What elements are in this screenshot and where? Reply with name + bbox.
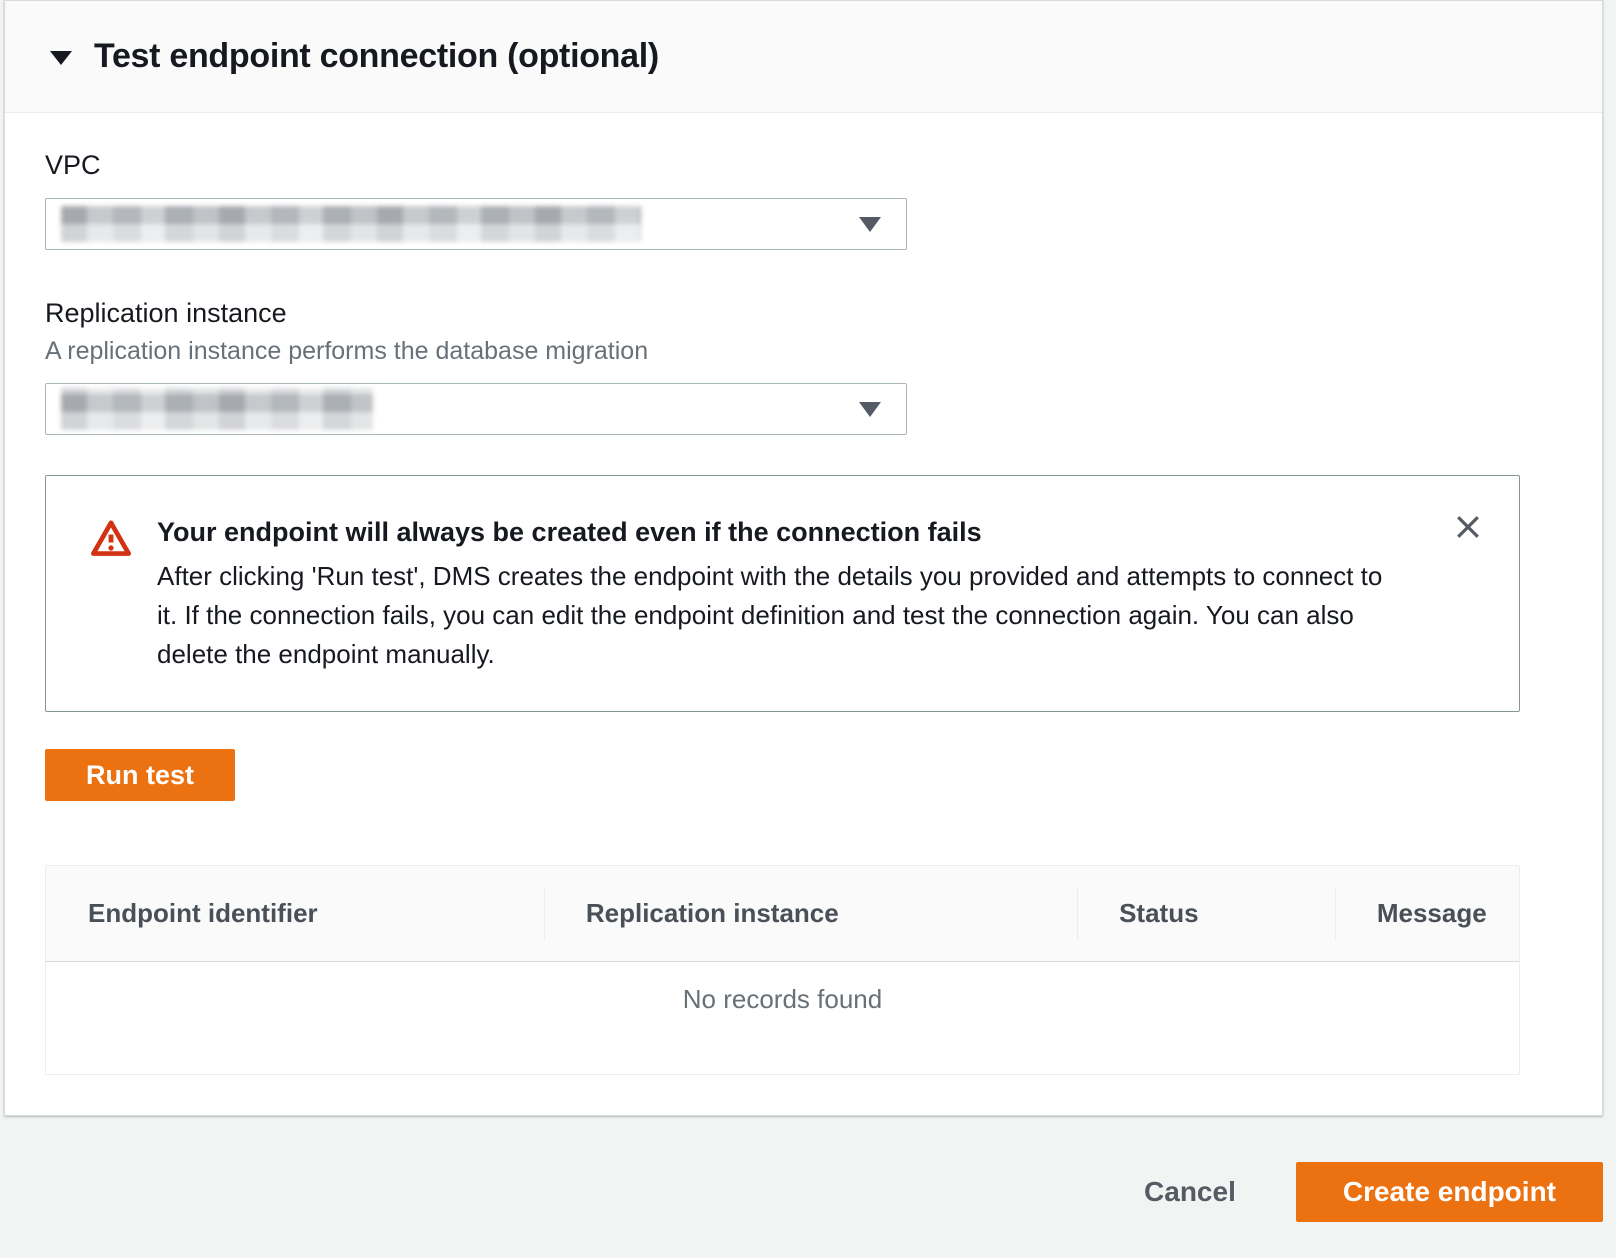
- replication-instance-select[interactable]: [45, 383, 907, 435]
- alert-title: Your endpoint will always be created eve…: [157, 517, 1399, 548]
- close-icon: [1453, 512, 1483, 542]
- create-endpoint-button[interactable]: Create endpoint: [1296, 1162, 1603, 1222]
- replication-instance-label: Replication instance: [45, 298, 1520, 329]
- alert-close-button[interactable]: [1449, 508, 1487, 546]
- vpc-redacted-value: [61, 206, 641, 242]
- test-endpoint-connection-section: Test endpoint connection (optional) VPC …: [4, 0, 1603, 1116]
- test-results-table: Endpoint identifier Replication instance…: [45, 865, 1520, 1075]
- alert-content: Your endpoint will always be created eve…: [157, 517, 1399, 674]
- warning-triangle-icon: [90, 519, 132, 562]
- footer-actions: Cancel Create endpoint: [0, 1162, 1603, 1222]
- column-header-message: Message: [1335, 866, 1519, 961]
- replication-instance-field: Replication instance A replication insta…: [45, 298, 1520, 435]
- warning-alert: Your endpoint will always be created eve…: [45, 475, 1520, 712]
- replication-instance-redacted-value: [61, 388, 373, 430]
- chevron-down-icon: [859, 217, 881, 232]
- section-title: Test endpoint connection (optional): [94, 37, 659, 76]
- vpc-select[interactable]: [45, 198, 907, 250]
- collapse-caret-icon: [50, 51, 72, 65]
- replication-instance-description: A replication instance performs the data…: [45, 337, 1520, 366]
- column-header-endpoint-identifier: Endpoint identifier: [46, 866, 544, 961]
- section-header-toggle[interactable]: Test endpoint connection (optional): [5, 1, 1602, 113]
- section-body: VPC Replication instance A replication i…: [5, 113, 1602, 1115]
- run-test-button[interactable]: Run test: [45, 749, 235, 801]
- vpc-field: VPC: [45, 150, 1520, 250]
- cancel-button[interactable]: Cancel: [1124, 1166, 1256, 1218]
- table-empty-state: No records found: [46, 962, 1519, 1074]
- table-header-row: Endpoint identifier Replication instance…: [46, 866, 1519, 962]
- chevron-down-icon: [859, 402, 881, 417]
- column-header-replication-instance: Replication instance: [544, 866, 1077, 961]
- column-header-status: Status: [1077, 866, 1335, 961]
- vpc-label: VPC: [45, 150, 1520, 181]
- alert-body: After clicking 'Run test', DMS creates t…: [157, 557, 1399, 674]
